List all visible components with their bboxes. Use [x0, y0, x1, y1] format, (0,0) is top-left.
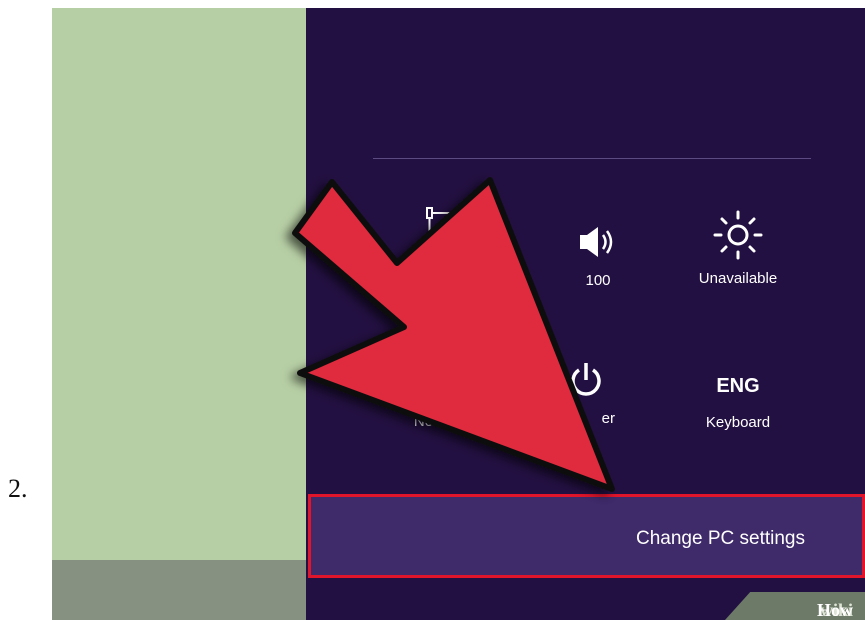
step-number: 2. — [8, 474, 28, 503]
red-arrow-annotation — [292, 177, 615, 492]
screenshot: 100 Unavailable er ENG Keyboard Change P… — [52, 8, 865, 620]
arrow-shape — [292, 177, 615, 492]
